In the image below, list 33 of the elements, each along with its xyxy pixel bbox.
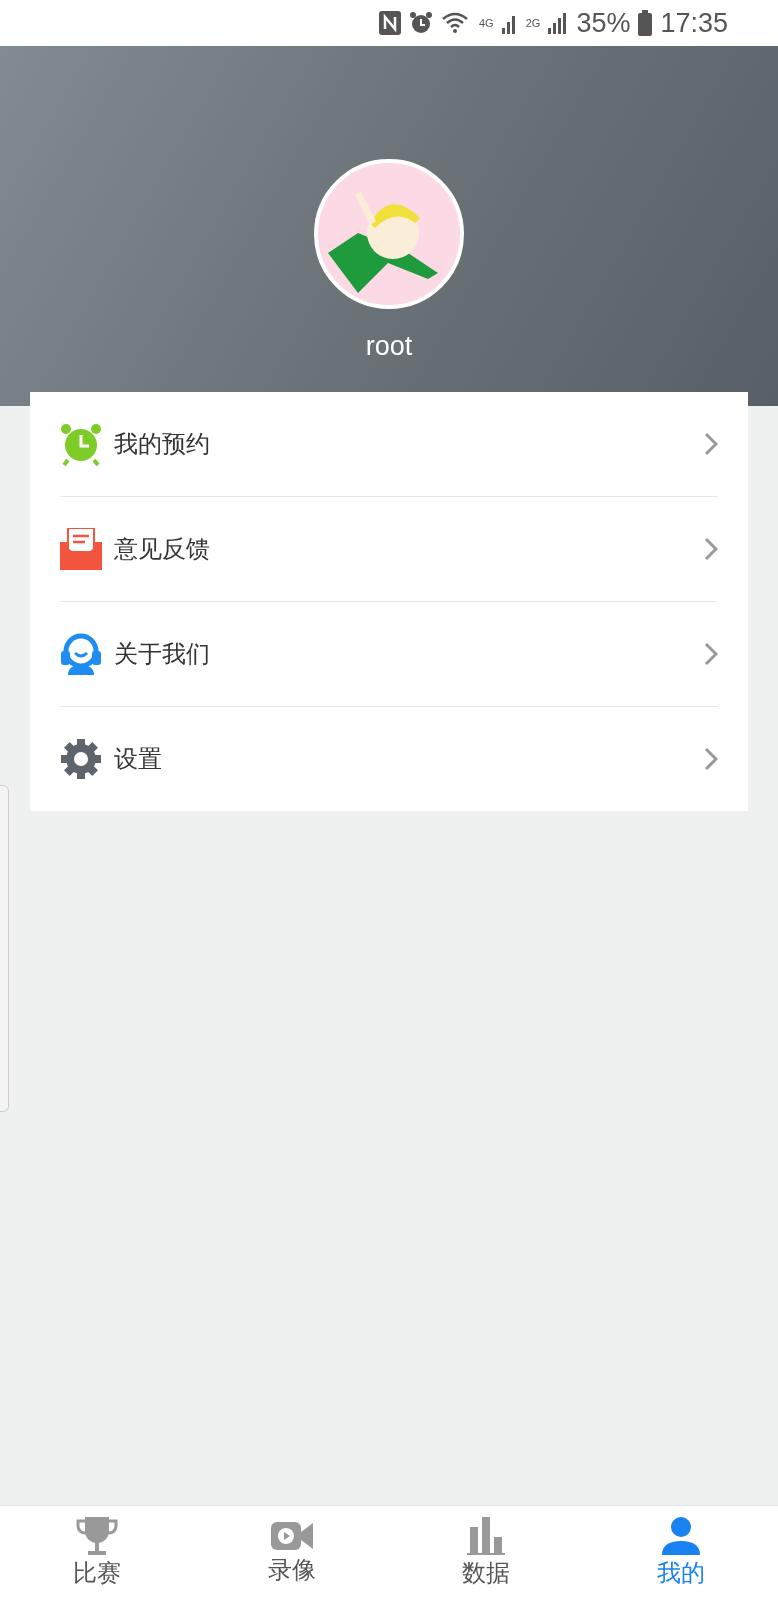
chevron-right-icon — [704, 432, 718, 456]
menu-item[interactable]: 设置 — [60, 707, 718, 811]
menu-item[interactable]: 我的预约 — [60, 392, 718, 497]
menu-label: 意见反馈 — [114, 534, 211, 565]
network-label: 2G — [525, 17, 541, 29]
bar-chart-icon — [467, 1516, 506, 1555]
chevron-right-icon — [704, 642, 718, 666]
nav-tab[interactable]: 录像 — [194, 1506, 389, 1599]
settings-icon — [60, 738, 102, 780]
menu-label: 我的预约 — [114, 429, 211, 460]
alarm-icon — [409, 11, 433, 35]
trophy-icon — [75, 1516, 120, 1555]
chevron-right-icon — [704, 537, 718, 561]
nav-tab[interactable]: 数据 — [389, 1506, 584, 1599]
menu-item[interactable]: 关于我们 — [60, 602, 718, 707]
menu-item[interactable]: 意见反馈 — [60, 497, 718, 602]
nfc-icon — [379, 11, 401, 35]
menu-label: 关于我们 — [114, 639, 211, 670]
menu-label: 设置 — [114, 744, 163, 775]
battery-icon — [638, 10, 653, 36]
alarm-clock-icon — [60, 422, 102, 466]
signal-icon — [548, 12, 569, 34]
clock-time: 17:35 — [660, 7, 728, 39]
video-camera-icon — [270, 1519, 313, 1552]
headset-person-icon — [60, 633, 102, 675]
chevron-right-icon — [704, 747, 718, 771]
nav-tab[interactable]: 比赛 — [0, 1506, 195, 1599]
battery-percent: 35% — [576, 7, 631, 39]
edge-panel-handle[interactable] — [0, 785, 9, 1112]
username: root — [365, 331, 413, 362]
network-label: 4G — [479, 17, 494, 29]
nav-tab[interactable]: 我的 — [583, 1506, 778, 1599]
person-icon — [659, 1516, 702, 1555]
